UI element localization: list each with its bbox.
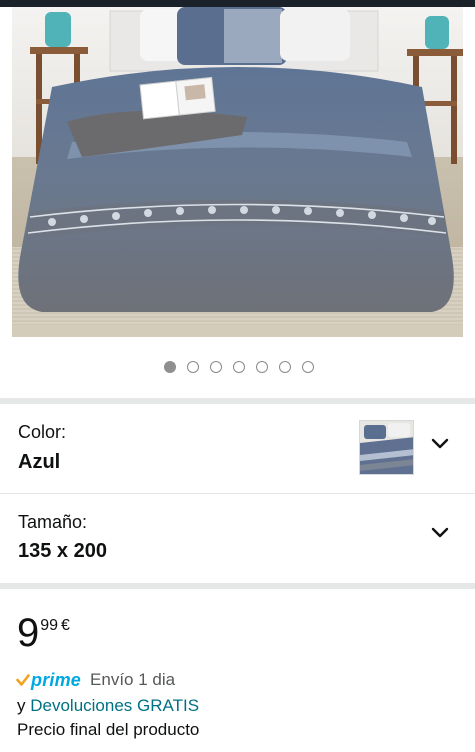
product-image[interactable] [12,7,463,337]
size-selector[interactable]: Tamaño: 135 x 200 [0,494,475,582]
image-carousel-dots [0,360,475,374]
chevron-down-icon[interactable] [430,526,450,540]
bedding-photo [12,7,463,337]
prime-delivery-row: prime Envío 1 dia [16,668,175,692]
prime-shipping-text: Envío 1 dia [90,670,176,689]
returns-prefix: y [17,696,26,715]
status-bar-strip [0,0,475,7]
carousel-dot-6[interactable] [278,361,291,373]
carousel-dot-4[interactable] [232,361,245,373]
price-currency: € [61,617,70,634]
carousel-dot-2[interactable] [186,361,199,373]
price: 9 99 € [17,612,70,654]
price-whole: 9 [17,611,40,655]
prime-logo-text: prime [31,669,82,690]
bedding-swatch-thumbnail[interactable] [359,420,414,475]
carousel-dot-7[interactable] [301,361,314,373]
chevron-down-icon[interactable] [430,437,450,451]
carousel-dot-3[interactable] [209,361,222,373]
returns-row: y Devoluciones GRATIS [17,696,199,716]
color-selector[interactable]: Color: Azul [0,404,475,492]
size-label: Tamaño: [18,512,88,532]
final-price-note: Precio final del producto [17,720,200,739]
carousel-dot-5[interactable] [255,361,268,373]
prime-logo: prime [16,670,81,691]
price-fraction: 99 [40,617,59,634]
color-value: Azul [18,451,61,473]
prime-check-icon [16,674,30,686]
free-returns-link[interactable]: Devoluciones GRATIS [30,696,199,715]
swatch-image [360,421,413,474]
carousel-dot-1[interactable] [163,361,176,373]
color-label: Color: [18,422,67,442]
size-value: 135 x 200 [18,540,107,562]
section-divider [0,583,475,589]
